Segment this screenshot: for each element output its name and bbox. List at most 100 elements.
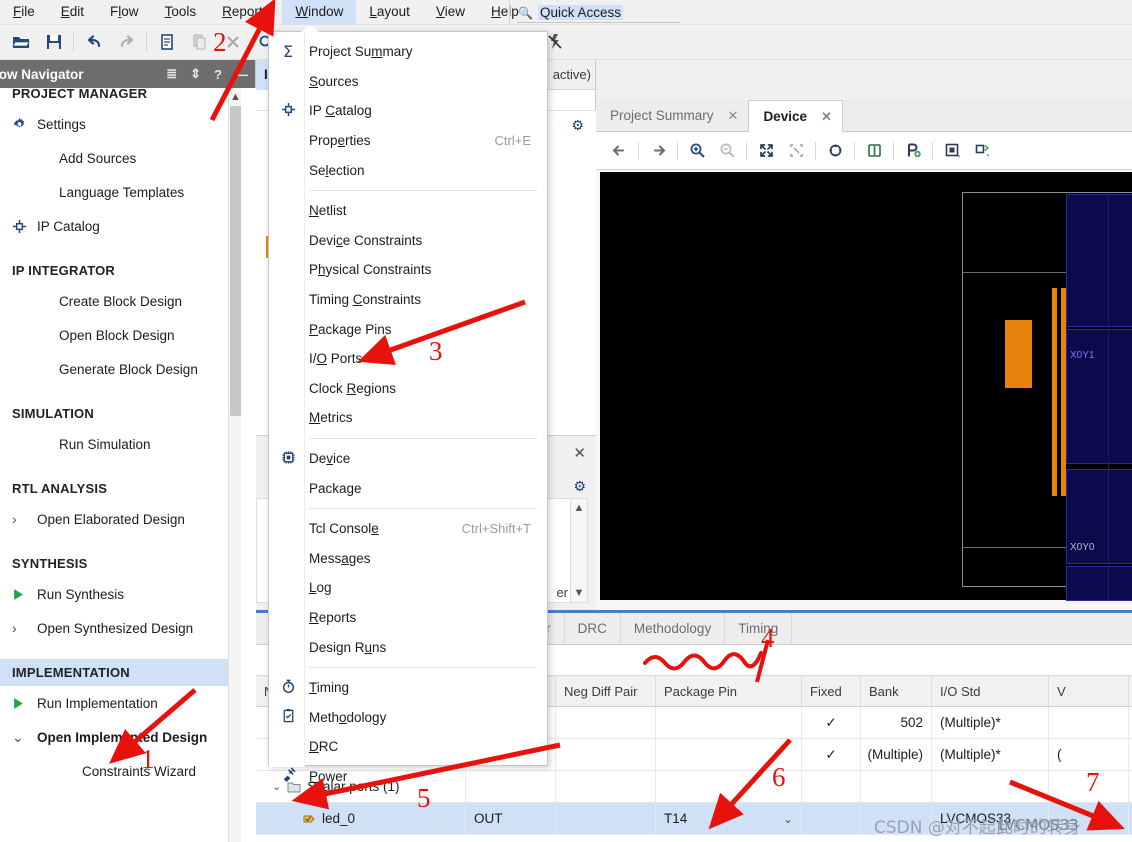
- window-menu-item-power[interactable]: Power: [269, 762, 547, 792]
- gear-icon[interactable]: ⚙: [573, 478, 586, 495]
- flow-item-label: Open Block Design: [59, 327, 175, 343]
- redo-icon[interactable]: [110, 27, 143, 57]
- zoom-in-icon[interactable]: [682, 136, 712, 166]
- autofit-icon[interactable]: [859, 136, 889, 166]
- clock-region-block: [1066, 194, 1132, 327]
- menu-item-window[interactable]: Window: [282, 0, 357, 25]
- window-menu-item-selection[interactable]: Selection: [269, 155, 547, 185]
- open-project-icon[interactable]: [4, 27, 37, 57]
- flow-navigator-scrollbar[interactable]: ▲: [228, 88, 241, 842]
- column-header-package-pin[interactable]: Package Pin: [656, 675, 802, 707]
- save-icon[interactable]: [37, 27, 70, 57]
- flow-item-run-implementation[interactable]: Run Implementation: [0, 686, 236, 720]
- scroll-down-icon[interactable]: ▼: [574, 587, 585, 599]
- window-menu-item-timing[interactable]: Timing: [269, 673, 547, 703]
- gear-icon[interactable]: ⚙: [571, 117, 584, 134]
- flow-section-heading: IMPLEMENTATION: [0, 659, 236, 686]
- results-tab-methodology[interactable]: Methodology: [621, 613, 726, 644]
- flow-item-create-block-design[interactable]: Create Block Design: [0, 284, 236, 318]
- window-menu-item-metrics[interactable]: Metrics: [269, 403, 547, 433]
- flow-item-generate-block-design[interactable]: Generate Block Design: [0, 352, 236, 386]
- flow-item-language-templates[interactable]: Language Templates: [0, 175, 236, 209]
- chevron-right-icon: ›: [12, 620, 17, 636]
- menu-item-view[interactable]: View: [423, 0, 478, 25]
- window-menu-item-sources[interactable]: Sources: [269, 67, 547, 97]
- close-icon[interactable]: ✕: [821, 109, 832, 125]
- device-canvas[interactable]: X0Y1 X0Y0: [600, 172, 1132, 601]
- copy-icon[interactable]: [150, 27, 183, 57]
- highlight-icon[interactable]: [937, 136, 967, 166]
- window-menu-item-methodology[interactable]: Methodology: [269, 702, 547, 732]
- flow-item-run-synthesis[interactable]: Run Synthesis: [0, 577, 236, 611]
- refresh-icon[interactable]: [820, 136, 850, 166]
- zoom-area-icon[interactable]: [781, 136, 811, 166]
- cell-io-std: (Multiple)*: [932, 738, 1049, 771]
- window-menu-item-design-runs[interactable]: Design Runs: [269, 632, 547, 662]
- window-menu-item-drc[interactable]: DRC: [269, 732, 547, 762]
- mark-icon[interactable]: [967, 136, 997, 166]
- properties-scrollbar[interactable]: ▲ ▼: [570, 498, 588, 603]
- column-header-bank[interactable]: Bank: [861, 675, 932, 707]
- close-icon[interactable]: ✕: [573, 444, 586, 462]
- window-menu-item-netlist[interactable]: Netlist: [269, 196, 547, 226]
- add-probe-icon[interactable]: [898, 136, 928, 166]
- cell-direction: OUT: [466, 802, 556, 835]
- column-header-neg-diff-pair[interactable]: Neg Diff Pair: [556, 675, 656, 707]
- help-icon[interactable]: ?: [214, 67, 222, 82]
- column-header-fixed[interactable]: Fixed: [802, 675, 861, 707]
- menu-item-edit[interactable]: Edit: [48, 0, 97, 25]
- column-header-vcco[interactable]: V: [1049, 675, 1129, 707]
- flow-item-open-implemented-design[interactable]: ⌄ Open Implemented Design: [0, 720, 236, 754]
- undo-icon[interactable]: [77, 27, 110, 57]
- cell-neg-diff-pair: [556, 770, 656, 803]
- flow-item-open-elaborated-design[interactable]: › Open Elaborated Design: [0, 502, 236, 536]
- window-menu-item-device-constraints[interactable]: Device Constraints: [269, 226, 547, 256]
- window-menu-item-project-summary[interactable]: Σ Project Summary: [269, 37, 547, 67]
- window-menu-item-messages[interactable]: Messages: [269, 544, 547, 574]
- tab-device[interactable]: Device ✕: [748, 100, 843, 132]
- scroll-up-icon[interactable]: ▲: [574, 502, 585, 514]
- results-tab-drc[interactable]: DRC: [565, 613, 621, 644]
- flow-item-label: Create Block Design: [59, 293, 183, 309]
- flow-item-constraints-wizard[interactable]: Constraints Wizard: [0, 754, 236, 788]
- menu-item-reports[interactable]: Reports: [209, 0, 282, 25]
- window-menu-item-ip-catalog[interactable]: IP Catalog: [269, 96, 547, 126]
- flow-item-open-synthesized-design[interactable]: › Open Synthesized Design: [0, 611, 236, 645]
- window-menu-item-physical-constraints[interactable]: Physical Constraints: [269, 255, 547, 285]
- minimize-icon[interactable]: —: [235, 67, 248, 82]
- expand-collapse-icon[interactable]: ⇕: [190, 66, 201, 82]
- flow-item-run-simulation[interactable]: Run Simulation: [0, 427, 236, 461]
- collapse-all-icon[interactable]: ≣: [166, 66, 177, 82]
- menu-item-file[interactable]: File: [0, 0, 48, 25]
- scrollbar-thumb[interactable]: [230, 106, 241, 416]
- scroll-up-icon[interactable]: ▲: [229, 90, 242, 104]
- flow-item-add-sources[interactable]: Add Sources: [0, 141, 236, 175]
- flow-item-settings[interactable]: Settings: [0, 107, 236, 141]
- window-menu-item-timing-constraints[interactable]: Timing Constraints: [269, 285, 547, 315]
- zoom-out-icon[interactable]: [712, 136, 742, 166]
- close-icon[interactable]: ✕: [728, 108, 739, 124]
- window-menu-item-log[interactable]: Log: [269, 573, 547, 603]
- forward-arrow-icon[interactable]: [643, 136, 673, 166]
- results-tab-timing[interactable]: Timing: [725, 613, 793, 644]
- menu-item-layout[interactable]: Layout: [356, 0, 423, 25]
- column-header-io-std[interactable]: I/O Std: [932, 675, 1049, 707]
- window-menu-item-properties[interactable]: Properties Ctrl+E: [269, 126, 547, 156]
- window-menu-item-device[interactable]: Device: [269, 444, 547, 474]
- back-arrow-icon[interactable]: [604, 136, 634, 166]
- menu-item-tools[interactable]: Tools: [152, 0, 210, 25]
- window-menu-item-package[interactable]: Package: [269, 473, 547, 503]
- window-menu-item-reports[interactable]: Reports: [269, 603, 547, 633]
- paste-icon[interactable]: [183, 27, 216, 57]
- gear-icon: [12, 117, 34, 132]
- tab-project-summary[interactable]: Project Summary ✕: [596, 100, 748, 131]
- window-menu-item-i-o-ports[interactable]: I/O Ports: [269, 344, 547, 374]
- flow-item-open-block-design[interactable]: Open Block Design: [0, 318, 236, 352]
- chevron-down-icon[interactable]: ⌄: [783, 812, 793, 826]
- window-menu-item-clock-regions[interactable]: Clock Regions: [269, 374, 547, 404]
- menu-item-flow[interactable]: Flow: [97, 0, 152, 25]
- window-menu-item-tcl-console[interactable]: Tcl Console Ctrl+Shift+T: [269, 514, 547, 544]
- zoom-fit-icon[interactable]: [751, 136, 781, 166]
- flow-item-ip-catalog[interactable]: IP Catalog: [0, 209, 236, 243]
- window-menu-item-package-pins[interactable]: Package Pins: [269, 314, 547, 344]
